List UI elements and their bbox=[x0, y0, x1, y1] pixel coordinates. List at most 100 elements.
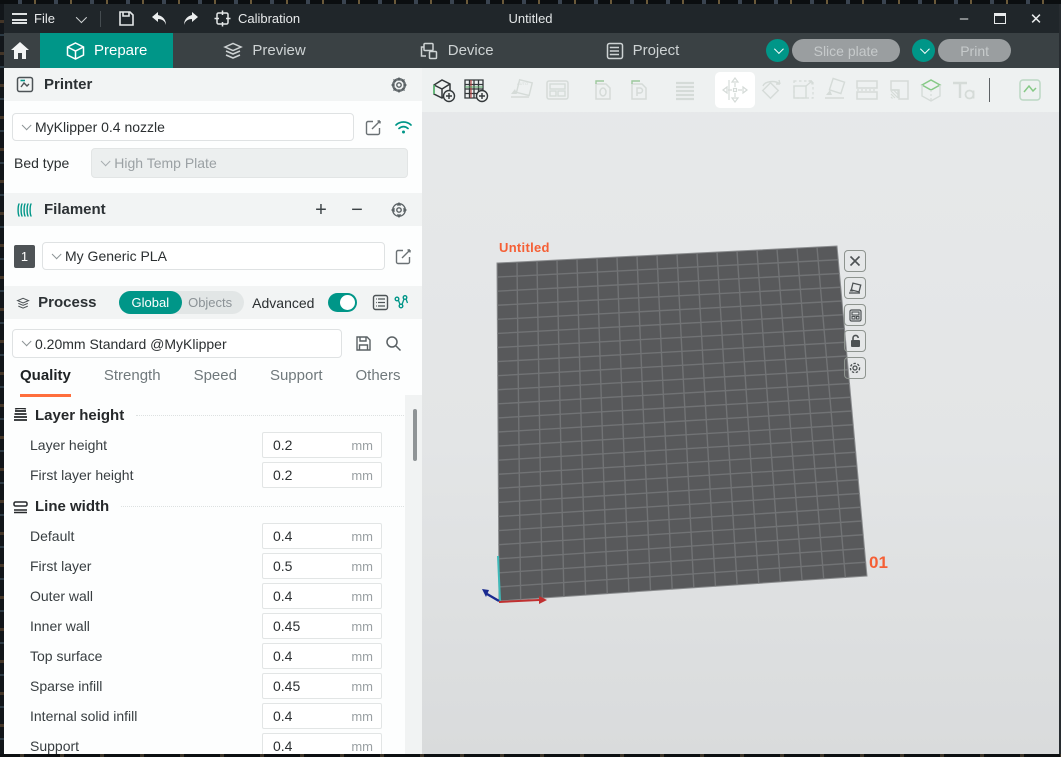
setting-row-first-layer-height: First layer height 0.2 mm bbox=[30, 462, 382, 488]
global-objects-toggle[interactable]: Global Objects bbox=[119, 291, 245, 314]
setting-unit: mm bbox=[351, 468, 373, 483]
setting-unit: mm bbox=[351, 589, 373, 604]
undo-button[interactable] bbox=[146, 8, 172, 30]
plate-settings-button[interactable] bbox=[844, 357, 866, 379]
bed-type-select[interactable]: High Temp Plate bbox=[91, 148, 408, 178]
x-icon bbox=[849, 255, 861, 267]
sidebar-panel: Printer MyKlipper 0.4 nozzle bbox=[4, 68, 422, 754]
chevron-down-icon bbox=[76, 11, 87, 22]
settings-list: Layer height Layer height 0.2 mm First l… bbox=[4, 407, 422, 754]
chevron-down-icon bbox=[22, 336, 32, 346]
outer-wall-line-width-input[interactable]: 0.4 mm bbox=[262, 583, 382, 609]
window-controls: – ✕ bbox=[953, 8, 1061, 30]
save-button[interactable] bbox=[114, 8, 140, 30]
process-preset-value: 0.20mm Standard @MyKlipper bbox=[35, 336, 227, 352]
print-dropdown-button[interactable] bbox=[912, 39, 935, 62]
process-preset-select[interactable]: 0.20mm Standard @MyKlipper bbox=[12, 329, 342, 358]
global-segment[interactable]: Global bbox=[119, 291, 183, 314]
advanced-toggle[interactable] bbox=[328, 293, 357, 312]
group-rule bbox=[136, 415, 414, 416]
advanced-label: Advanced bbox=[252, 295, 314, 311]
sparse-infill-line-width-input[interactable]: 0.45 mm bbox=[262, 673, 382, 699]
search-settings-button[interactable] bbox=[382, 333, 404, 355]
minimize-button[interactable]: – bbox=[953, 8, 975, 30]
setting-value: 0.4 bbox=[273, 738, 351, 754]
setting-value: 0.4 bbox=[273, 528, 351, 544]
parameter-table-button[interactable] bbox=[371, 292, 388, 314]
calibration-button[interactable]: Calibration bbox=[214, 4, 300, 33]
maximize-button[interactable] bbox=[989, 8, 1011, 30]
edit-printer-button[interactable] bbox=[362, 116, 384, 138]
tab-preview[interactable]: Preview bbox=[197, 33, 331, 68]
printer-preset-select[interactable]: MyKlipper 0.4 nozzle bbox=[12, 113, 354, 141]
orient-plate-button[interactable] bbox=[844, 277, 866, 299]
tab-strength[interactable]: Strength bbox=[104, 367, 161, 397]
delete-plate-button[interactable] bbox=[844, 250, 866, 272]
setting-unit: mm bbox=[351, 529, 373, 544]
lock-plate-button[interactable] bbox=[844, 330, 866, 352]
tab-project[interactable]: Project bbox=[580, 33, 706, 68]
chevron-down-icon bbox=[101, 156, 111, 166]
filament-index-badge[interactable]: 1 bbox=[14, 245, 35, 268]
filament-preset-row: 1 My Generic PLA bbox=[14, 242, 414, 270]
tab-others[interactable]: Others bbox=[356, 367, 401, 397]
wifi-icon bbox=[394, 120, 413, 135]
redo-button[interactable] bbox=[178, 8, 204, 30]
add-filament-button[interactable]: + bbox=[308, 200, 334, 220]
arrange-plate-button[interactable] bbox=[844, 304, 866, 326]
tab-device[interactable]: Device bbox=[394, 33, 520, 68]
viewport-3d[interactable]: AUTO bbox=[422, 68, 1059, 754]
chevron-down-icon bbox=[920, 44, 930, 54]
chevron-down-icon bbox=[52, 249, 62, 259]
layer-height-input[interactable]: 0.2 mm bbox=[262, 432, 382, 458]
group-title: Layer height bbox=[35, 407, 124, 424]
remove-filament-button[interactable]: − bbox=[344, 200, 370, 220]
setting-value: 0.4 bbox=[273, 708, 351, 724]
toolbar-divider bbox=[100, 11, 101, 27]
close-button[interactable]: ✕ bbox=[1025, 8, 1047, 30]
setting-value: 0.45 bbox=[273, 678, 351, 694]
home-button[interactable] bbox=[0, 33, 40, 68]
objects-segment[interactable]: Objects bbox=[182, 295, 244, 310]
tab-quality[interactable]: Quality bbox=[20, 367, 71, 397]
tab-prepare[interactable]: Prepare bbox=[40, 33, 173, 68]
edit-icon bbox=[365, 119, 382, 136]
slice-dropdown-button[interactable] bbox=[766, 39, 789, 62]
first-layer-line-width-input[interactable]: 0.5 mm bbox=[262, 553, 382, 579]
default-line-width-input[interactable]: 0.4 mm bbox=[262, 523, 382, 549]
printer-settings-button[interactable] bbox=[388, 74, 410, 96]
plate-name-label[interactable]: Untitled bbox=[499, 240, 550, 255]
gear-icon bbox=[390, 76, 408, 94]
save-preset-button[interactable] bbox=[352, 333, 374, 355]
first-layer-height-input[interactable]: 0.2 mm bbox=[262, 462, 382, 488]
save-icon bbox=[118, 10, 135, 27]
top-surface-line-width-input[interactable]: 0.4 mm bbox=[262, 643, 382, 669]
setting-value: 0.4 bbox=[273, 588, 351, 604]
setting-label: Support bbox=[30, 738, 262, 754]
line-width-icon bbox=[12, 500, 29, 514]
inner-wall-line-width-input[interactable]: 0.45 mm bbox=[262, 613, 382, 639]
filament-preset-select[interactable]: My Generic PLA bbox=[42, 242, 385, 270]
internal-solid-infill-line-width-input[interactable]: 0.4 mm bbox=[262, 703, 382, 729]
support-line-width-input[interactable]: 0.4 mm bbox=[262, 733, 382, 754]
edit-filament-button[interactable] bbox=[392, 245, 414, 267]
settings-scrollbar-thumb[interactable] bbox=[413, 409, 417, 461]
toggle-knob bbox=[340, 295, 355, 310]
tab-speed[interactable]: Speed bbox=[194, 367, 237, 397]
setting-row-internal-solid-infill: Internal solid infill 0.4 mm bbox=[30, 703, 382, 729]
bed-type-row: Bed type High Temp Plate bbox=[14, 148, 414, 178]
compare-presets-button[interactable] bbox=[393, 292, 410, 314]
restore-icon bbox=[994, 13, 1006, 24]
setting-unit: mm bbox=[351, 679, 373, 694]
settings-scrollbar-track[interactable] bbox=[405, 395, 422, 754]
tab-support[interactable]: Support bbox=[270, 367, 323, 397]
build-plate[interactable] bbox=[422, 68, 1059, 754]
filament-settings-button[interactable] bbox=[388, 199, 410, 221]
slice-plate-button[interactable]: Slice plate bbox=[792, 39, 901, 62]
printer-connection-button[interactable] bbox=[392, 116, 414, 138]
file-menu[interactable]: File bbox=[12, 4, 84, 33]
setting-row-outer-wall: Outer wall 0.4 mm bbox=[30, 583, 382, 609]
print-button[interactable]: Print bbox=[938, 39, 1011, 62]
setting-label: Sparse infill bbox=[30, 678, 262, 694]
setting-label: First layer bbox=[30, 558, 262, 574]
